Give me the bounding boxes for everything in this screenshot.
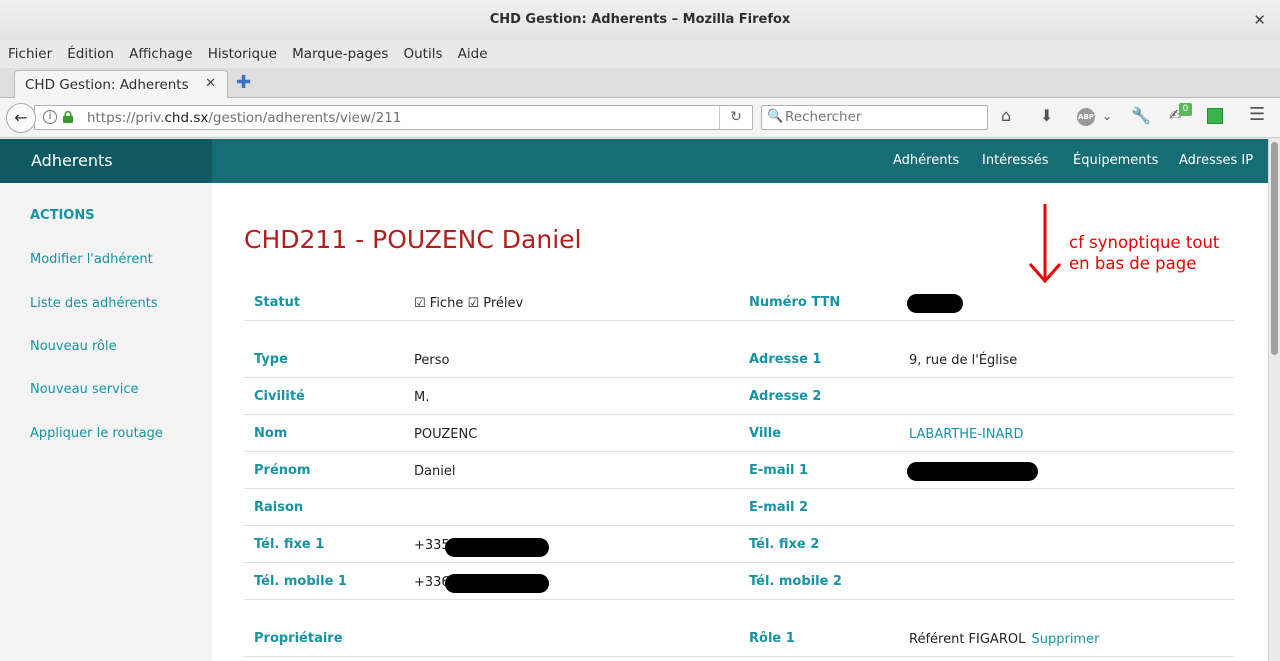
menu-fichier[interactable]: Fichier bbox=[8, 40, 52, 68]
nav-interesses[interactable]: Intéressés bbox=[982, 139, 1049, 183]
search-icon: 🔍 bbox=[767, 109, 784, 124]
link-ville[interactable]: LABARTHE-INARD bbox=[909, 427, 1023, 442]
redacted-tel-mobile-1 bbox=[445, 574, 549, 593]
back-button[interactable]: ← bbox=[6, 103, 36, 133]
row-nom: Nom POUZENC Ville LABARTHE-INARD bbox=[244, 415, 1234, 452]
label-ville: Ville bbox=[749, 426, 782, 441]
home-icon[interactable]: ⌂ bbox=[1001, 106, 1011, 125]
value-prenom: Daniel bbox=[414, 464, 456, 479]
sidebar-item-liste[interactable]: Liste des adhérents bbox=[30, 296, 158, 311]
row-raison: Raison E-mail 2 bbox=[244, 489, 1234, 526]
scrollbar-thumb[interactable] bbox=[1271, 142, 1278, 355]
hamburger-menu-icon[interactable]: ☰ bbox=[1249, 104, 1265, 125]
redacted-email-1 bbox=[907, 462, 1038, 481]
label-civilite: Civilité bbox=[254, 389, 305, 404]
window-titlebar: CHD Gestion: Adherents – Mozilla Firefox… bbox=[0, 0, 1280, 40]
nav-adresses-ip[interactable]: Adresses IP bbox=[1179, 139, 1253, 183]
wrench-icon[interactable]: 🔧 bbox=[1131, 106, 1151, 125]
annotation-note: cf synoptique tout en bas de page bbox=[1069, 232, 1219, 274]
url-bar[interactable]: i https://priv.chd.sx/gestion/adherents/… bbox=[34, 105, 753, 130]
value-type: Perso bbox=[414, 353, 450, 368]
value-statut: ☑ Fiche ☑ Prélev bbox=[414, 296, 524, 311]
redacted-tel-fixe-1 bbox=[445, 538, 549, 557]
label-tel-mobile-1: Tél. mobile 1 bbox=[254, 574, 347, 589]
value-adresse-1: 9, rue de l'Église bbox=[909, 353, 1018, 368]
value-role-1: Référent FIGAROL Supprimer bbox=[909, 632, 1099, 647]
page-scrollbar[interactable] bbox=[1268, 139, 1280, 661]
label-nom: Nom bbox=[254, 426, 288, 441]
window-title: CHD Gestion: Adherents – Mozilla Firefox bbox=[489, 12, 791, 27]
info-icon[interactable]: i bbox=[43, 110, 57, 124]
row-tel-fixe: Tél. fixe 1 +335 Tél. fixe 2 bbox=[244, 526, 1234, 563]
adblock-dropdown-icon[interactable]: ⌄ bbox=[1102, 109, 1112, 123]
reload-icon[interactable]: ↻ bbox=[719, 106, 752, 129]
menu-bar: Fichier Édition Affichage Historique Mar… bbox=[0, 40, 1280, 68]
browser-tab[interactable]: CHD Gestion: Adherents ✕ bbox=[14, 70, 228, 99]
menu-affichage[interactable]: Affichage bbox=[129, 40, 192, 68]
label-raison: Raison bbox=[254, 500, 304, 515]
sidebar-item-nouveau-role[interactable]: Nouveau rôle bbox=[30, 339, 117, 354]
navigation-bar: i https://priv.chd.sx/gestion/adherents/… bbox=[0, 98, 1280, 138]
app-brand[interactable]: Adherents bbox=[0, 139, 212, 183]
download-icon[interactable]: ⬇ bbox=[1040, 106, 1053, 125]
label-email-1: E-mail 1 bbox=[749, 463, 809, 478]
role-1-text: Référent FIGAROL bbox=[909, 632, 1026, 647]
label-adresse-1: Adresse 1 bbox=[749, 352, 822, 367]
label-tel-fixe-2: Tél. fixe 2 bbox=[749, 537, 820, 552]
lock-icon bbox=[63, 111, 73, 123]
redacted-ttn bbox=[907, 294, 963, 313]
label-tel-fixe-1: Tél. fixe 1 bbox=[254, 537, 325, 552]
page-content: Adherents Adhérents Intéressés Équipemen… bbox=[0, 139, 1268, 661]
row-tel-mobile: Tél. mobile 1 +336 Tél. mobile 2 bbox=[244, 563, 1234, 600]
window-close-icon[interactable]: ✕ bbox=[1253, 0, 1266, 40]
tab-close-icon[interactable]: ✕ bbox=[205, 76, 216, 91]
row-prenom: Prénom Daniel E-mail 1 bbox=[244, 452, 1234, 489]
search-box[interactable]: 🔍 bbox=[761, 105, 988, 130]
url-text[interactable]: https://priv.chd.sx/gestion/adherents/vi… bbox=[87, 110, 401, 126]
label-tel-mobile-2: Tél. mobile 2 bbox=[749, 574, 842, 589]
label-prenom: Prénom bbox=[254, 463, 311, 478]
new-tab-icon[interactable]: ✚ bbox=[236, 72, 251, 93]
search-input[interactable] bbox=[785, 109, 983, 125]
row-civilite: Civilité M. Adresse 2 bbox=[244, 378, 1234, 415]
tab-strip: CHD Gestion: Adherents ✕ ✚ bbox=[0, 68, 1280, 99]
menu-aide[interactable]: Aide bbox=[458, 40, 488, 68]
sidebar-heading: ACTIONS bbox=[30, 208, 95, 223]
menu-marque-pages[interactable]: Marque-pages bbox=[292, 40, 388, 68]
app-topbar: Adherents Adhérents Intéressés Équipemen… bbox=[0, 139, 1268, 183]
sidebar-item-modifier[interactable]: Modifier l'adhérent bbox=[30, 252, 153, 267]
extension-badge: 0 bbox=[1179, 103, 1192, 116]
label-role-1: Rôle 1 bbox=[749, 631, 795, 646]
label-email-2: E-mail 2 bbox=[749, 500, 809, 515]
label-type: Type bbox=[254, 352, 288, 367]
sidebar-item-nouveau-service[interactable]: Nouveau service bbox=[30, 382, 139, 397]
row-type: Type Perso Adresse 1 9, rue de l'Église bbox=[244, 341, 1234, 378]
annotation-line-1: cf synoptique tout bbox=[1069, 233, 1220, 252]
tab-label: CHD Gestion: Adherents bbox=[25, 77, 189, 93]
row-statut: Statut ☑ Fiche ☑ Prélev Numéro TTN bbox=[244, 284, 1234, 321]
delete-role-link[interactable]: Supprimer bbox=[1031, 632, 1099, 647]
value-nom: POUZENC bbox=[414, 427, 478, 442]
value-civilite: M. bbox=[414, 390, 430, 405]
down-arrow-annotation bbox=[1028, 204, 1062, 284]
row-proprietaire: Propriétaire Rôle 1 Référent FIGAROL Sup… bbox=[244, 620, 1234, 657]
label-statut: Statut bbox=[254, 295, 301, 310]
label-adresse-2: Adresse 2 bbox=[749, 389, 822, 404]
sidebar: ACTIONS Modifier l'adhérent Liste des ad… bbox=[0, 183, 212, 661]
label-numero-ttn: Numéro TTN bbox=[749, 295, 841, 310]
menu-historique[interactable]: Historique bbox=[208, 40, 277, 68]
adblock-icon[interactable]: ABP bbox=[1077, 108, 1095, 126]
nav-equipements[interactable]: Équipements bbox=[1073, 139, 1158, 183]
annotation-line-2: en bas de page bbox=[1069, 254, 1197, 273]
page-title: CHD211 - POUZENC Daniel bbox=[244, 225, 582, 254]
nav-adherents[interactable]: Adhérents bbox=[893, 139, 959, 183]
menu-outils[interactable]: Outils bbox=[404, 40, 443, 68]
menu-edition[interactable]: Édition bbox=[67, 40, 114, 68]
green-extension-icon[interactable] bbox=[1207, 108, 1223, 124]
label-proprietaire: Propriétaire bbox=[254, 631, 343, 646]
sidebar-item-routage[interactable]: Appliquer le routage bbox=[30, 426, 163, 441]
